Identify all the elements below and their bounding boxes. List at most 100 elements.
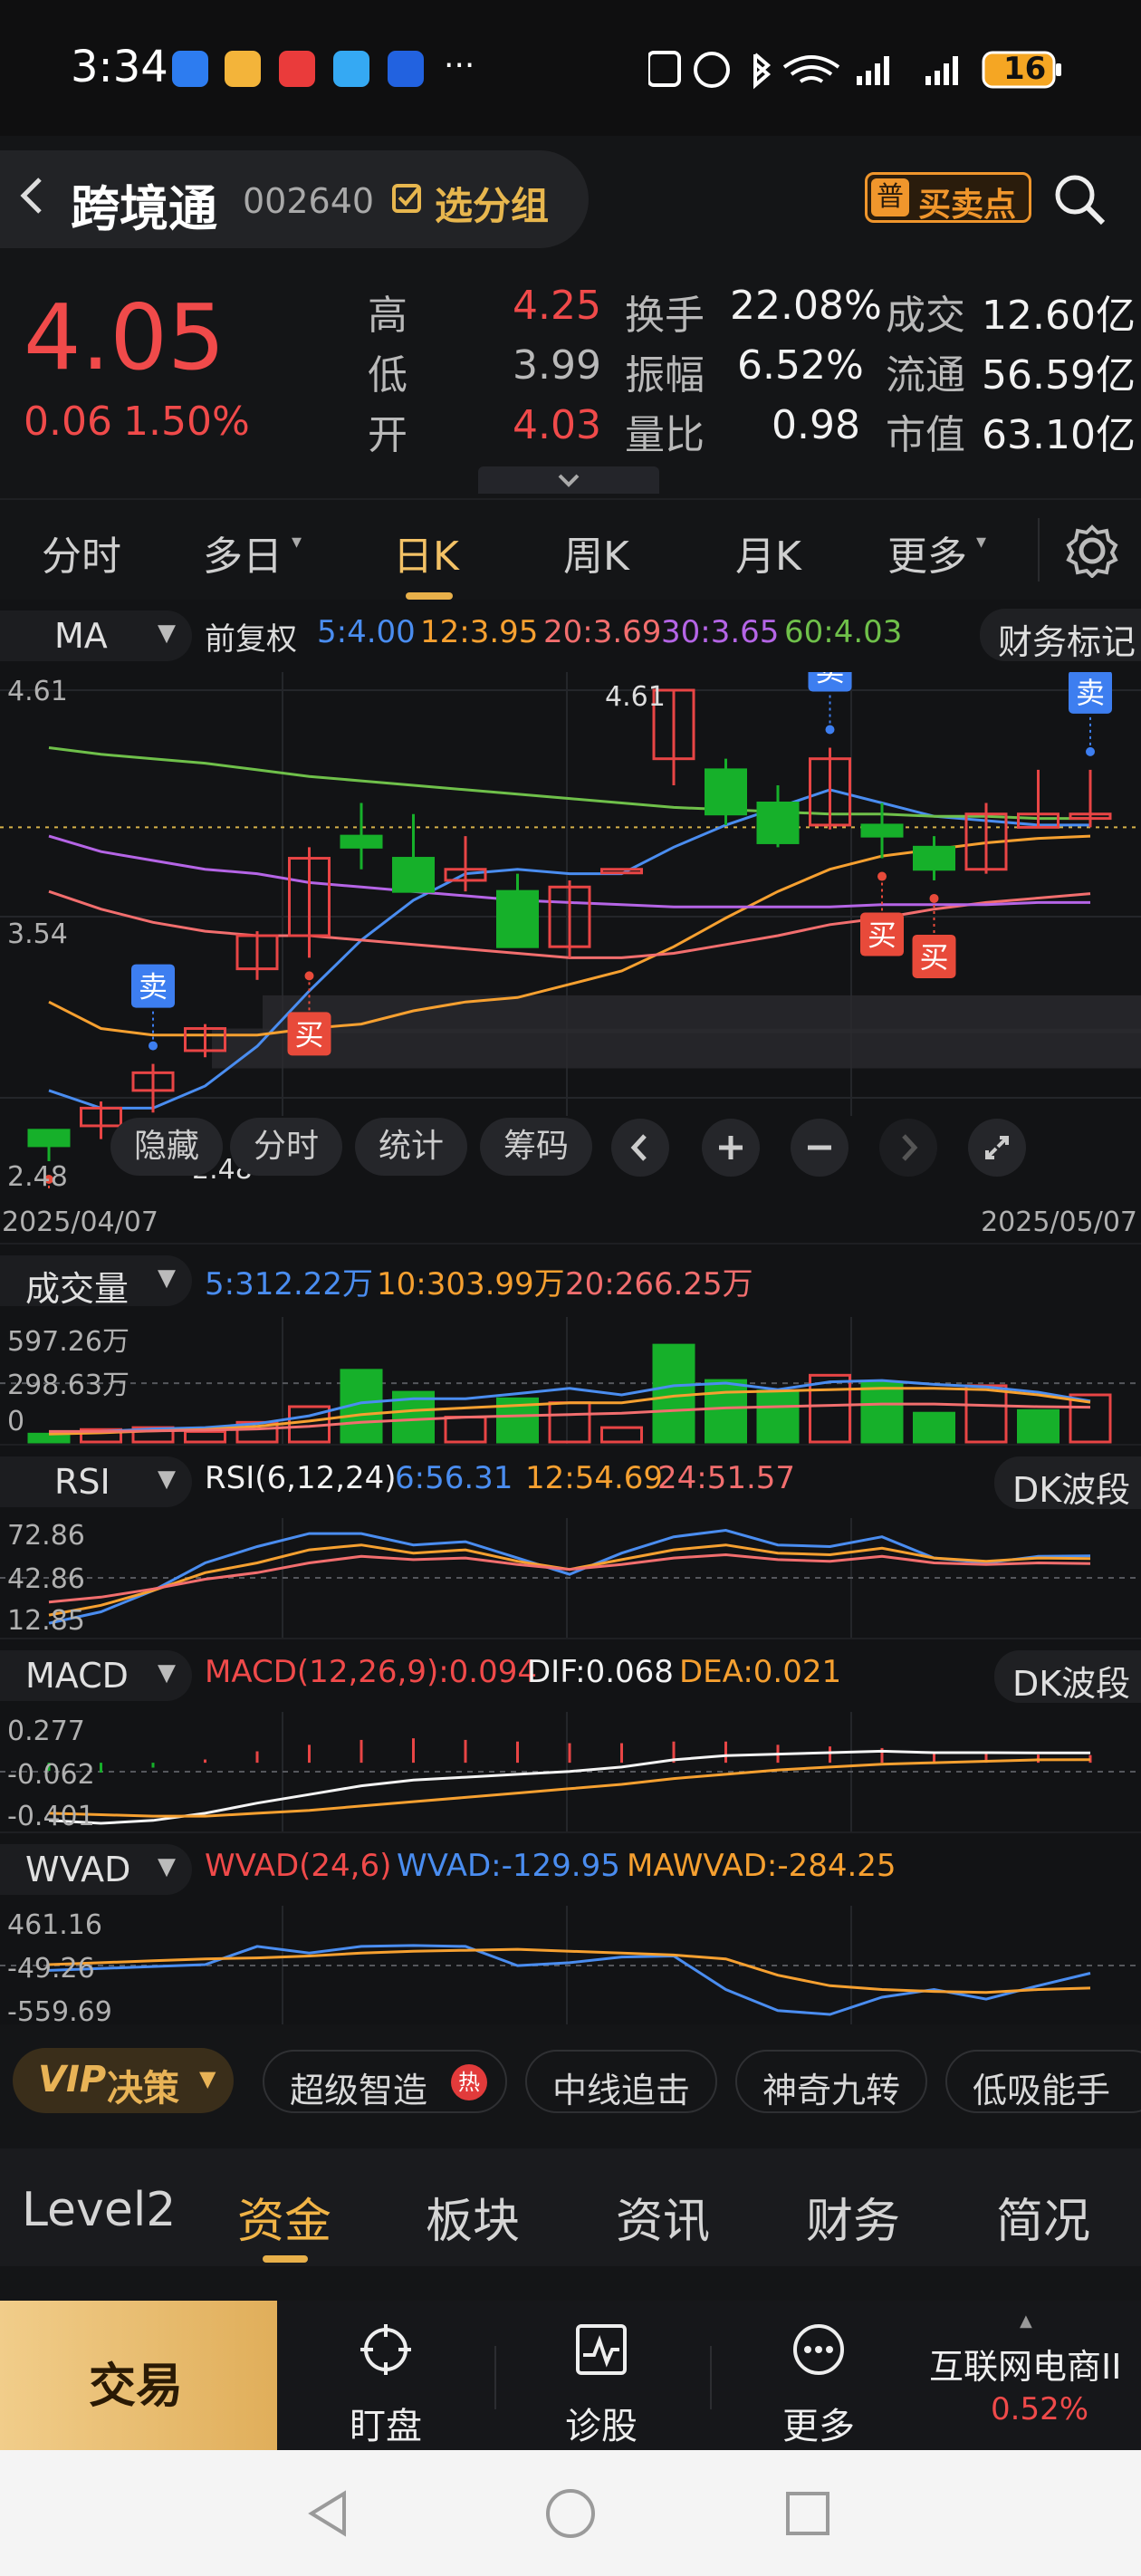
- strategy-super-manufacture[interactable]: 超级智造 热: [263, 2050, 507, 2113]
- wvad-chart[interactable]: [0, 1906, 1141, 2026]
- vol-tick-mid: 298.63万: [7, 1370, 129, 1401]
- diagnose-button[interactable]: 诊股: [542, 2301, 659, 2450]
- volume-panel: 成交量 ▼ 5:312.22万 10:303.99万 20:266.25万 59…: [0, 1243, 1141, 1446]
- tab-monthly-k[interactable]: 月K: [735, 524, 801, 582]
- caret-down-icon: ▼: [199, 2066, 216, 2091]
- kline-y-bottom: 2.48: [7, 1161, 68, 1193]
- gear-icon[interactable]: [1065, 524, 1119, 578]
- date-start: 2025/04/07: [2, 1206, 158, 1238]
- macd-chart[interactable]: [0, 1712, 1141, 1833]
- vip-label: 决策: [107, 2068, 179, 2110]
- watch-label: 盯盘: [350, 2406, 422, 2447]
- tab-fund[interactable]: 资金: [237, 2183, 331, 2251]
- tab-profile[interactable]: 简况: [996, 2183, 1090, 2251]
- tab-news[interactable]: 资讯: [616, 2183, 710, 2251]
- macd-selector[interactable]: MACD ▼: [0, 1650, 192, 1701]
- vip-decision-button[interactable]: VIP 决策 ▼: [13, 2048, 234, 2113]
- adjust-label[interactable]: 前复权: [205, 614, 297, 658]
- kline-high-marker: 4.61: [605, 681, 666, 713]
- rsi-dk-button[interactable]: DK波段: [994, 1456, 1141, 1510]
- vol-ma20-legend: 20:266.25万: [565, 1266, 753, 1302]
- wvad-tick-bottom: -559.69: [7, 1996, 112, 2028]
- rsi-params: RSI(6,12,24): [205, 1460, 397, 1496]
- strategy-midline[interactable]: 中线追击: [525, 2050, 717, 2113]
- hide-button[interactable]: 隐藏: [110, 1118, 223, 1176]
- nav-back-icon[interactable]: [304, 2486, 351, 2541]
- more-button[interactable]: 更多: [759, 2301, 877, 2450]
- rsi-chart[interactable]: [0, 1518, 1141, 1639]
- low-label: 低: [368, 352, 408, 399]
- expand-quote-button[interactable]: [478, 466, 659, 494]
- vol-ma10-legend: 10:303.99万: [377, 1266, 565, 1302]
- finance-mark-button[interactable]: 财务标记: [980, 609, 1141, 662]
- tabs-divider: [1038, 518, 1040, 582]
- strategy-low-buy[interactable]: 低吸能手: [945, 2050, 1141, 2113]
- buy-signal-label: 买: [868, 918, 896, 953]
- caret-down-icon: ▼: [158, 620, 176, 647]
- tab-intraday[interactable]: 分时: [42, 524, 121, 582]
- float-cap-value: 56.59亿: [982, 352, 1136, 399]
- vol-tick-top: 597.26万: [7, 1326, 129, 1358]
- stats-button[interactable]: 统计: [355, 1118, 467, 1176]
- volume-bar: [964, 1384, 1008, 1444]
- app-icon-1: [172, 51, 208, 87]
- support-band: [212, 1028, 1141, 1069]
- last-price: 4.05: [24, 284, 225, 390]
- volume-chart[interactable]: [0, 1317, 1141, 1446]
- trade-point-button[interactable]: 普 买卖点: [865, 172, 1031, 224]
- rsi-tick-bottom: 12.85: [7, 1605, 85, 1637]
- title-pill: 跨境通 002640 选分组: [0, 150, 589, 248]
- macd-tick-bottom: -0.401: [7, 1801, 95, 1832]
- candle: [27, 1129, 71, 1148]
- fullscreen-icon[interactable]: [967, 1118, 1027, 1177]
- volume-selector[interactable]: 成交量 ▼: [0, 1255, 192, 1309]
- tab-daily-k[interactable]: 日K: [393, 524, 459, 582]
- ma-selector[interactable]: MA ▼: [0, 610, 192, 661]
- wifi-icon: [782, 55, 840, 83]
- rsi12-legend: 12:54.69: [525, 1460, 664, 1496]
- prev-icon[interactable]: [610, 1118, 670, 1177]
- tab-more[interactable]: 更多: [887, 524, 967, 582]
- volume-bar: [756, 1389, 800, 1444]
- tab-finance[interactable]: 财务: [806, 2183, 900, 2251]
- sector-widget[interactable]: ▲ 互联网电商II 0.52%: [915, 2301, 1141, 2450]
- tab-multiday[interactable]: 多日: [203, 524, 283, 582]
- nav-home-icon[interactable]: [543, 2486, 598, 2541]
- high-value: 4.25: [513, 283, 601, 329]
- tab-weekly-k[interactable]: 周K: [563, 524, 629, 582]
- chevron-down-icon: [558, 474, 580, 487]
- ma20-legend: 20:3.69: [543, 614, 662, 650]
- action-divider: [710, 2346, 712, 2409]
- wvad-tick-mid: -49.26: [7, 1953, 95, 1985]
- search-icon[interactable]: [1050, 170, 1108, 228]
- macd-selector-label: MACD: [25, 1656, 129, 1696]
- nav-recents-icon[interactable]: [782, 2488, 833, 2539]
- zoom-out-icon[interactable]: [790, 1118, 849, 1177]
- ma5-legend: 5:4.00: [317, 614, 416, 650]
- watch-button[interactable]: 盯盘: [326, 2301, 444, 2450]
- mktcap-value: 63.10亿: [982, 412, 1136, 458]
- signal-dot: [825, 725, 835, 735]
- back-button[interactable]: [13, 168, 58, 223]
- zoom-in-icon[interactable]: [701, 1118, 761, 1177]
- status-bar: 3:34 ··· 16: [0, 0, 1141, 136]
- app-icon-4: [333, 51, 369, 87]
- turnover-value: 22.08%: [730, 283, 882, 329]
- chips-button[interactable]: 筹码: [480, 1118, 592, 1176]
- intraday-tool-button[interactable]: 分时: [230, 1118, 342, 1176]
- volume-bar: [1017, 1408, 1060, 1444]
- volume-ratio-label: 量比: [625, 412, 705, 458]
- tab-level2[interactable]: Level2: [22, 2183, 176, 2237]
- wvad-selector[interactable]: WVAD ▼: [0, 1844, 192, 1895]
- trade-button[interactable]: 交易: [0, 2301, 277, 2450]
- tab-sector[interactable]: 板块: [426, 2183, 520, 2251]
- macd-dk-button[interactable]: DK波段: [994, 1650, 1141, 1704]
- next-icon[interactable]: [878, 1118, 938, 1177]
- low-value: 3.99: [513, 342, 601, 389]
- candle: [340, 834, 383, 849]
- kline-chart[interactable]: 买卖买卖买买卖: [0, 672, 1141, 1188]
- rsi-selector[interactable]: RSI ▼: [0, 1456, 192, 1507]
- strategy-magic-nine[interactable]: 神奇九转: [735, 2050, 927, 2113]
- volume-bar: [913, 1411, 955, 1444]
- app-icon-3: [279, 51, 315, 87]
